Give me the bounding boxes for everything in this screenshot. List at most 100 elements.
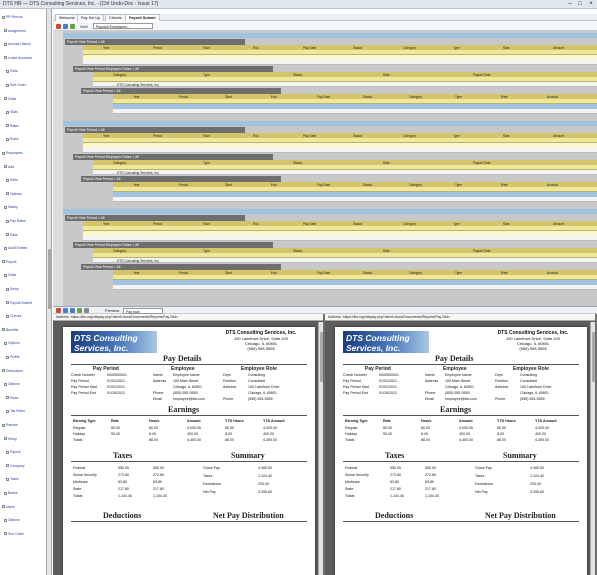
expander-icon[interactable] xyxy=(6,70,9,73)
sidebar-item[interactable]: Payroll xyxy=(2,260,16,264)
sidebar-item[interactable]: Options xyxy=(4,341,20,345)
preview-scrollbar[interactable] xyxy=(318,322,323,575)
column-header[interactable]: Year xyxy=(133,95,139,99)
expander-icon[interactable] xyxy=(4,342,7,345)
data-row[interactable] xyxy=(113,197,597,202)
expander-icon[interactable] xyxy=(6,138,9,141)
column-header[interactable]: Amount xyxy=(553,46,564,50)
sidebar-item[interactable]: Options xyxy=(4,382,20,386)
expander-icon[interactable] xyxy=(2,423,5,427)
cell[interactable]: DTS Consulting Services, Inc. xyxy=(117,83,159,87)
sidebar-item[interactable]: Add xyxy=(4,165,14,169)
column-header[interactable]: Payroll Rate xyxy=(473,249,490,253)
expander-icon[interactable] xyxy=(2,260,5,264)
data-row[interactable] xyxy=(113,285,597,290)
column-header[interactable]: Start xyxy=(225,183,232,187)
expander-icon[interactable] xyxy=(4,491,7,495)
column-header[interactable]: Start xyxy=(203,222,210,226)
sidebar-item[interactable]: Edits xyxy=(6,69,18,73)
column-header[interactable]: Pay Date xyxy=(317,271,330,275)
sidebar-item[interactable]: Taxes xyxy=(6,477,19,481)
column-header[interactable]: Amount xyxy=(547,95,558,99)
zoom-icon[interactable] xyxy=(84,308,89,313)
expander-icon[interactable] xyxy=(2,505,5,509)
address-bar[interactable]: Address: https://dts.org/nitepay.php?cli… xyxy=(53,314,323,321)
expander-icon[interactable] xyxy=(6,178,9,182)
scroll-thumb[interactable] xyxy=(320,332,323,382)
column-header[interactable]: Type xyxy=(453,46,460,50)
column-header[interactable]: Rate xyxy=(383,73,390,77)
column-header[interactable]: Type xyxy=(455,271,462,275)
sidebar-item[interactable]: Pay Rates xyxy=(6,219,26,223)
sidebar-item[interactable]: Rates xyxy=(6,124,19,128)
expander-icon[interactable] xyxy=(6,83,9,87)
column-header[interactable]: Rate xyxy=(501,95,508,99)
column-header[interactable]: Start xyxy=(225,95,232,99)
sidebar-item[interactable]: Salary xyxy=(4,205,18,209)
sidebar-item[interactable]: Assignment xyxy=(4,29,26,33)
refresh-icon[interactable] xyxy=(63,24,68,29)
print-icon[interactable] xyxy=(63,308,68,313)
column-header[interactable]: Start xyxy=(203,134,210,138)
cell[interactable]: DTS Consulting Services, Inc. xyxy=(117,171,159,175)
expander-icon[interactable] xyxy=(6,396,9,400)
data-row[interactable]: DTS Consulting Services, Inc. xyxy=(93,170,597,175)
sidebar-item[interactable]: Benefits xyxy=(2,328,18,332)
sidebar-item[interactable]: Payroll xyxy=(6,450,20,454)
expander-icon[interactable] xyxy=(6,478,9,481)
group-row[interactable] xyxy=(61,209,597,214)
column-header[interactable]: Rate xyxy=(501,183,508,187)
expander-icon[interactable] xyxy=(6,233,9,237)
column-header[interactable]: Status xyxy=(353,134,362,138)
expander-icon[interactable] xyxy=(6,355,9,359)
scroll-thumb[interactable] xyxy=(48,249,51,309)
address-bar[interactable]: Address: https://dts.org/nitepay.php?cli… xyxy=(325,314,595,321)
expander-icon[interactable] xyxy=(6,410,9,413)
expander-icon[interactable] xyxy=(4,42,7,46)
tab-pay-set-up[interactable]: Pay Set Up xyxy=(77,14,105,21)
column-header[interactable]: Pay Date xyxy=(317,183,330,187)
expander-icon[interactable] xyxy=(6,287,9,291)
sidebar-item[interactable]: Options xyxy=(6,192,22,196)
column-header[interactable]: Category xyxy=(409,271,422,275)
column-header[interactable]: Category xyxy=(409,183,422,187)
column-header[interactable]: Category xyxy=(113,73,126,77)
group-row[interactable] xyxy=(61,121,597,126)
column-header[interactable]: End xyxy=(271,95,277,99)
column-header[interactable]: Rate xyxy=(383,249,390,253)
expander-icon[interactable] xyxy=(4,518,7,522)
column-header[interactable]: Rate xyxy=(503,46,510,50)
sidebar-item[interactable]: Profile xyxy=(6,355,20,359)
column-header[interactable]: Year xyxy=(103,222,109,226)
column-header[interactable]: Status xyxy=(293,73,302,77)
data-row[interactable]: DTS Consulting Services, Inc. xyxy=(93,82,597,87)
sidebar-item[interactable]: Grids xyxy=(4,273,16,277)
column-header[interactable]: Type xyxy=(455,95,462,99)
column-header[interactable]: Year xyxy=(133,271,139,275)
column-header[interactable]: Status xyxy=(293,249,302,253)
preview-select[interactable]: Pay stub xyxy=(123,307,163,314)
column-header[interactable]: Type xyxy=(455,183,462,187)
expander-icon[interactable] xyxy=(4,274,7,277)
column-header[interactable]: Category xyxy=(113,249,126,253)
tab-checks[interactable]: Checks xyxy=(105,14,126,21)
sidebar-item[interactable]: Setup xyxy=(6,287,19,291)
data-row[interactable] xyxy=(83,148,597,153)
column-header[interactable]: Pay Date xyxy=(303,134,316,138)
close-preview-icon[interactable] xyxy=(56,308,61,313)
column-header[interactable]: Status xyxy=(363,95,372,99)
column-header[interactable]: Category xyxy=(409,95,422,99)
expander-icon[interactable] xyxy=(6,314,9,318)
column-header[interactable]: Type xyxy=(203,249,210,253)
close-icon[interactable] xyxy=(56,24,61,29)
column-header[interactable]: Category xyxy=(113,161,126,165)
column-header[interactable]: Type xyxy=(203,161,210,165)
expander-icon[interactable] xyxy=(6,192,9,196)
column-header[interactable]: Pay Date xyxy=(303,222,316,226)
minimize-button[interactable]: – xyxy=(565,0,575,8)
expander-icon[interactable] xyxy=(6,124,9,128)
sidebar-item[interactable]: Tax Rules xyxy=(6,409,25,413)
data-row[interactable] xyxy=(83,60,597,65)
column-header[interactable]: Start xyxy=(225,271,232,275)
close-button[interactable]: × xyxy=(586,0,596,8)
